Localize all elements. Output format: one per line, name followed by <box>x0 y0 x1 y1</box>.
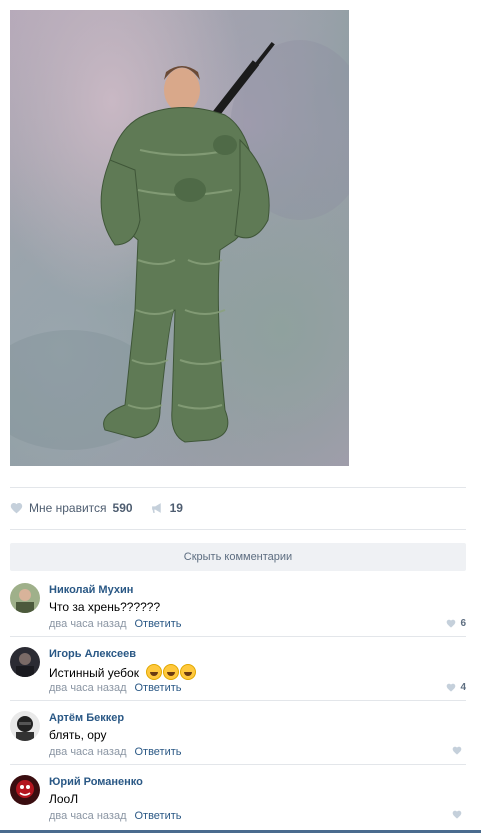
comment-text-row: Истинный уебок <box>49 664 197 680</box>
comment-author[interactable]: Игорь Алексеев <box>49 648 136 660</box>
heart-icon <box>452 810 462 819</box>
comment-author[interactable]: Николай Мухин <box>49 584 133 596</box>
comment-like-button[interactable] <box>452 810 466 819</box>
avatar[interactable] <box>10 711 40 741</box>
heart-icon <box>10 503 23 514</box>
comment-text: Что за хрень?????? <box>49 600 161 614</box>
reply-link[interactable]: Ответить <box>134 682 181 694</box>
comment-time[interactable]: два часа назад <box>49 618 126 630</box>
comment-item: Игорь Алексеев Истинный уебок два часа н… <box>10 637 466 701</box>
comment-item: Юрий Романенко ЛооЛ два часа назад Ответи… <box>10 765 466 829</box>
reply-link[interactable]: Ответить <box>134 810 181 822</box>
like-button[interactable]: Мне нравится 590 <box>10 501 133 515</box>
comment-text: блять, ору <box>49 728 107 742</box>
laughing-emoji-icon <box>163 664 180 680</box>
like-count: 590 <box>112 501 133 515</box>
comment-author[interactable]: Артём Беккер <box>49 712 124 724</box>
comment-meta: два часа назад Ответить <box>49 682 182 694</box>
comment-time[interactable]: два часа назад <box>49 682 126 694</box>
post-actions: Мне нравится 590 19 <box>10 498 183 518</box>
comment-item: Артём Беккер блять, ору два часа назад От… <box>10 701 466 765</box>
comment-meta: два часа назад Ответить <box>49 746 182 758</box>
share-button[interactable]: 19 <box>151 501 183 515</box>
divider <box>10 529 466 530</box>
comment-meta: два часа назад Ответить <box>49 810 182 822</box>
avatar[interactable] <box>10 647 40 677</box>
like-label: Мне нравится <box>29 501 107 515</box>
comment-like-button[interactable]: 4 <box>446 682 466 693</box>
laughing-emoji-icon <box>180 664 197 680</box>
comment-item: Николай Мухин Что за хрень?????? два час… <box>10 573 466 637</box>
hide-comments-button[interactable]: Скрыть комментарии <box>10 543 466 571</box>
comment-time[interactable]: два часа назад <box>49 810 126 822</box>
comment-like-button[interactable]: 6 <box>446 618 466 629</box>
heart-icon <box>447 683 456 692</box>
megaphone-icon <box>151 503 161 513</box>
comment-author[interactable]: Юрий Романенко <box>49 776 143 788</box>
avatar[interactable] <box>10 775 40 805</box>
comment-time[interactable]: два часа назад <box>49 746 126 758</box>
comment-like-count: 4 <box>460 682 466 693</box>
heart-icon <box>447 619 456 628</box>
divider <box>10 487 466 488</box>
comment-meta: два часа назад Ответить <box>49 618 182 630</box>
reply-link[interactable]: Ответить <box>134 746 181 758</box>
laughing-emoji-icon <box>146 664 163 680</box>
reply-link[interactable]: Ответить <box>134 618 181 630</box>
soldier-illustration <box>10 40 349 450</box>
heart-icon <box>452 746 462 755</box>
comment-text: ЛооЛ <box>49 792 79 806</box>
share-count: 19 <box>169 501 183 515</box>
comment-like-button[interactable] <box>452 746 466 755</box>
comment-text: Истинный уебок <box>49 666 139 680</box>
comment-like-count: 6 <box>460 618 466 629</box>
avatar[interactable] <box>10 583 40 613</box>
post-photo[interactable] <box>10 10 349 466</box>
